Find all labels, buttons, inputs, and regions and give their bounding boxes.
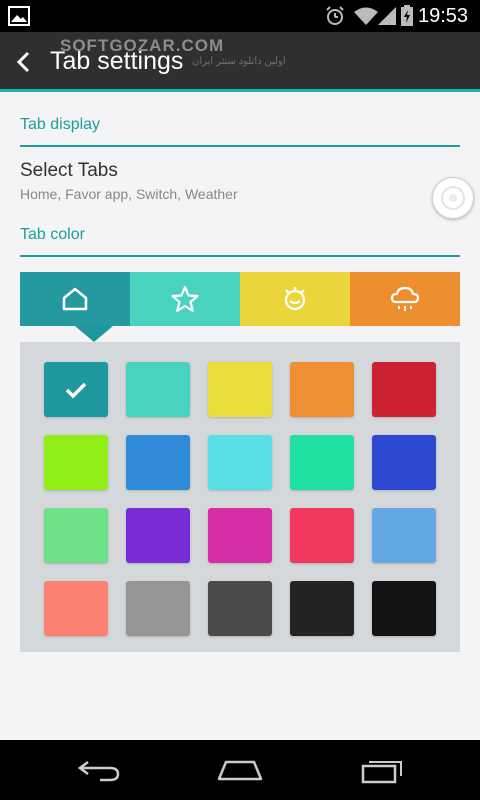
gallery-icon <box>8 6 30 26</box>
back-chevron-icon[interactable] <box>14 50 34 74</box>
battery-icon <box>401 5 413 26</box>
watermark-subtext: اولین دانلود سنتر ایران <box>192 56 286 67</box>
home-icon <box>62 287 88 311</box>
select-tabs-title: Select Tabs <box>20 160 118 181</box>
weather-icon <box>390 286 420 311</box>
color-swatch[interactable] <box>44 581 108 636</box>
color-swatch[interactable] <box>290 581 354 636</box>
home-icon <box>217 760 263 781</box>
nav-back-button[interactable] <box>70 752 130 788</box>
tab-display-divider <box>20 145 460 147</box>
color-swatch[interactable] <box>208 581 272 636</box>
back-icon <box>78 761 120 782</box>
nav-home-button[interactable] <box>210 752 270 788</box>
floating-toggle-button[interactable] <box>432 177 474 219</box>
recents-icon <box>361 761 402 784</box>
color-swatch[interactable] <box>44 508 108 563</box>
status-bar: 19:53 <box>0 0 480 32</box>
navigation-bar <box>0 740 480 800</box>
signal-icon <box>378 7 396 25</box>
color-swatch[interactable] <box>126 508 190 563</box>
selected-tab-pointer <box>75 326 113 342</box>
status-clock: 19:53 <box>418 5 469 27</box>
color-swatch[interactable] <box>208 508 272 563</box>
checkmark-icon <box>65 382 87 398</box>
color-swatch[interactable] <box>126 435 190 490</box>
action-bar: SOFTGOZAR.COM اولین دانلود سنتر ایران Ta… <box>0 32 480 92</box>
color-swatch-grid <box>20 342 460 652</box>
color-swatch[interactable] <box>290 435 354 490</box>
toggle-core <box>449 194 457 202</box>
tab-switch[interactable] <box>240 272 350 326</box>
tab-display-header: Tab display <box>20 116 101 133</box>
tab-color-header: Tab color <box>20 226 85 243</box>
star-icon <box>171 285 199 312</box>
tab-color-strip <box>20 272 460 326</box>
select-tabs-summary: Home, Favor app, Switch, Weather <box>20 186 238 202</box>
switch-icon <box>284 287 306 311</box>
color-swatch[interactable] <box>372 581 436 636</box>
tab-color-divider <box>20 255 460 257</box>
color-swatch[interactable] <box>44 362 108 417</box>
color-swatch[interactable] <box>126 581 190 636</box>
toggle-ring <box>441 186 465 210</box>
tab-favor-app[interactable] <box>130 272 240 326</box>
color-palette-panel <box>20 326 460 652</box>
color-swatch[interactable] <box>372 435 436 490</box>
color-swatch[interactable] <box>208 362 272 417</box>
action-bar-accent-line <box>0 89 480 92</box>
tab-home[interactable] <box>20 272 130 326</box>
tab-weather[interactable] <box>350 272 460 326</box>
color-swatch[interactable] <box>44 435 108 490</box>
color-swatch[interactable] <box>372 362 436 417</box>
color-swatch[interactable] <box>372 508 436 563</box>
nav-recents-button[interactable] <box>352 752 412 788</box>
wifi-icon <box>354 7 378 25</box>
color-swatch[interactable] <box>208 435 272 490</box>
color-swatch[interactable] <box>290 362 354 417</box>
page-title: Tab settings <box>50 47 184 75</box>
alarm-icon <box>326 6 344 25</box>
color-swatch[interactable] <box>126 362 190 417</box>
color-swatch[interactable] <box>290 508 354 563</box>
